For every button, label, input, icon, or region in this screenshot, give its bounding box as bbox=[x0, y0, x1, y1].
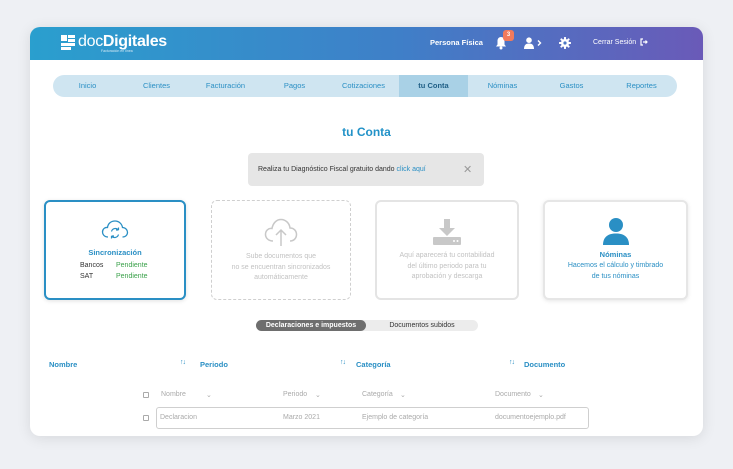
nav-item-clientes[interactable]: Clientes bbox=[122, 75, 191, 97]
cloud-sync-icon bbox=[101, 220, 129, 239]
chevron-down-icon[interactable]: ⌄ bbox=[206, 391, 212, 399]
alert-message: Realiza tu Diagnóstico Fiscal gratuito d… bbox=[258, 166, 426, 173]
logout-label: Cerrar Sesión bbox=[593, 38, 637, 46]
nav-item-nominas[interactable]: Nóminas bbox=[468, 75, 537, 97]
nav-item-reportes[interactable]: Reportes bbox=[606, 75, 677, 97]
chevron-down-icon[interactable]: ⌄ bbox=[538, 391, 544, 399]
download-card[interactable]: Aquí aparecerá tu contabilidad del últim… bbox=[375, 200, 519, 300]
logo[interactable]: docDigitales Facturación en línea bbox=[61, 34, 167, 53]
main-nav: Inicio Clientes Facturación Pagos Cotiza… bbox=[53, 75, 677, 97]
sync-title: Sincronización bbox=[88, 248, 142, 257]
sub-header-categoria[interactable]: Categoría bbox=[362, 391, 393, 398]
user-icon bbox=[602, 218, 629, 245]
nominas-line: Hacemos el cálculo y timbrado bbox=[567, 262, 664, 269]
download-line: aprobación y descarga bbox=[411, 273, 483, 280]
logout-icon bbox=[640, 38, 649, 46]
sync-row-label: SAT bbox=[80, 273, 94, 280]
logo-tagline: Facturación en línea bbox=[101, 49, 133, 53]
column-header-periodo[interactable]: Periodo bbox=[200, 360, 228, 369]
sync-row-status: Pendiente bbox=[116, 273, 148, 280]
chevron-down-icon[interactable]: ⌄ bbox=[315, 391, 321, 399]
diagnostic-alert: Realiza tu Diagnóstico Fiscal gratuito d… bbox=[248, 153, 484, 186]
alert-text: Realiza tu Diagnóstico Fiscal gratuito d… bbox=[258, 166, 397, 173]
upload-line: no se encuentran sincronizados bbox=[231, 263, 331, 271]
row-checkbox[interactable] bbox=[143, 415, 149, 421]
sync-row-status: Pendiente bbox=[116, 262, 148, 269]
upload-line: Sube documentos que bbox=[245, 253, 317, 260]
sort-icon[interactable]: ↑↓ bbox=[340, 359, 346, 366]
sub-header-nombre[interactable]: Nombre bbox=[161, 391, 186, 398]
alert-link[interactable]: click aquí bbox=[397, 166, 426, 173]
chevron-down-icon[interactable]: ⌄ bbox=[400, 391, 406, 399]
nav-item-facturacion[interactable]: Facturación bbox=[191, 75, 260, 97]
nav-item-cotizaciones[interactable]: Cotizaciones bbox=[329, 75, 398, 97]
sub-header-periodo[interactable]: Periodo bbox=[283, 391, 307, 398]
sub-header-documento[interactable]: Documento bbox=[495, 391, 531, 398]
cell-documento[interactable]: documentoejemplo.pdf bbox=[495, 414, 566, 421]
download-icon bbox=[433, 219, 461, 245]
cell-periodo: Marzo 2021 bbox=[283, 414, 320, 421]
user-menu-icon[interactable] bbox=[524, 37, 542, 49]
nominas-title: Nóminas bbox=[599, 250, 632, 259]
nav-item-pagos[interactable]: Pagos bbox=[260, 75, 329, 97]
documents-toggle: Declaraciones e impuestos Documentos sub… bbox=[256, 320, 478, 331]
page-title: tu Conta bbox=[342, 125, 391, 139]
top-bar: docDigitales Facturación en línea Person… bbox=[30, 27, 703, 60]
sync-card[interactable]: Sincronización Bancos Pendiente SAT Pend… bbox=[44, 200, 186, 300]
sort-icon[interactable]: ↑↓ bbox=[180, 359, 186, 366]
tab-declaraciones[interactable]: Declaraciones e impuestos bbox=[256, 320, 366, 331]
tab-documentos-subidos[interactable]: Documentos subidos bbox=[366, 320, 478, 331]
download-line: del último periodo para tu bbox=[407, 262, 487, 270]
app-window: docDigitales Facturación en línea Person… bbox=[30, 27, 703, 436]
close-icon[interactable]: ✕ bbox=[463, 163, 472, 176]
cell-nombre: Declaracion bbox=[160, 414, 197, 421]
logo-text-light: doc bbox=[78, 33, 103, 50]
upload-line: automáticamente bbox=[254, 274, 308, 281]
cell-categoria: Ejemplo de categoría bbox=[362, 414, 429, 421]
cloud-upload-icon bbox=[264, 218, 298, 246]
column-header-documento[interactable]: Documento bbox=[524, 360, 565, 369]
notification-badge: 3 bbox=[503, 30, 514, 41]
gear-icon[interactable] bbox=[559, 37, 571, 49]
nav-item-inicio[interactable]: Inicio bbox=[53, 75, 122, 97]
column-header-nombre[interactable]: Nombre bbox=[49, 360, 77, 369]
logo-mark-icon bbox=[61, 35, 75, 51]
nav-item-gastos[interactable]: Gastos bbox=[537, 75, 606, 97]
select-all-checkbox[interactable] bbox=[143, 392, 149, 398]
logo-text-bold: Digitales bbox=[102, 33, 167, 50]
download-line: Aquí aparecerá tu contabilidad bbox=[399, 252, 495, 259]
upload-card[interactable]: Sube documentos que no se encuentran sin… bbox=[211, 200, 351, 300]
column-header-categoria[interactable]: Categoría bbox=[356, 360, 391, 369]
logo-text: docDigitales bbox=[78, 34, 167, 50]
logout-button[interactable]: Cerrar Sesión bbox=[593, 38, 649, 46]
persona-label: Persona Física bbox=[430, 38, 483, 47]
nominas-line: de tus nóminas bbox=[591, 272, 640, 280]
nav-item-tu-conta[interactable]: tu Conta bbox=[399, 75, 468, 97]
sync-row-label: Bancos bbox=[80, 262, 104, 269]
nominas-card[interactable]: Nóminas Hacemos el cálculo y timbrado de… bbox=[543, 200, 688, 300]
sort-icon[interactable]: ↑↓ bbox=[509, 359, 515, 366]
